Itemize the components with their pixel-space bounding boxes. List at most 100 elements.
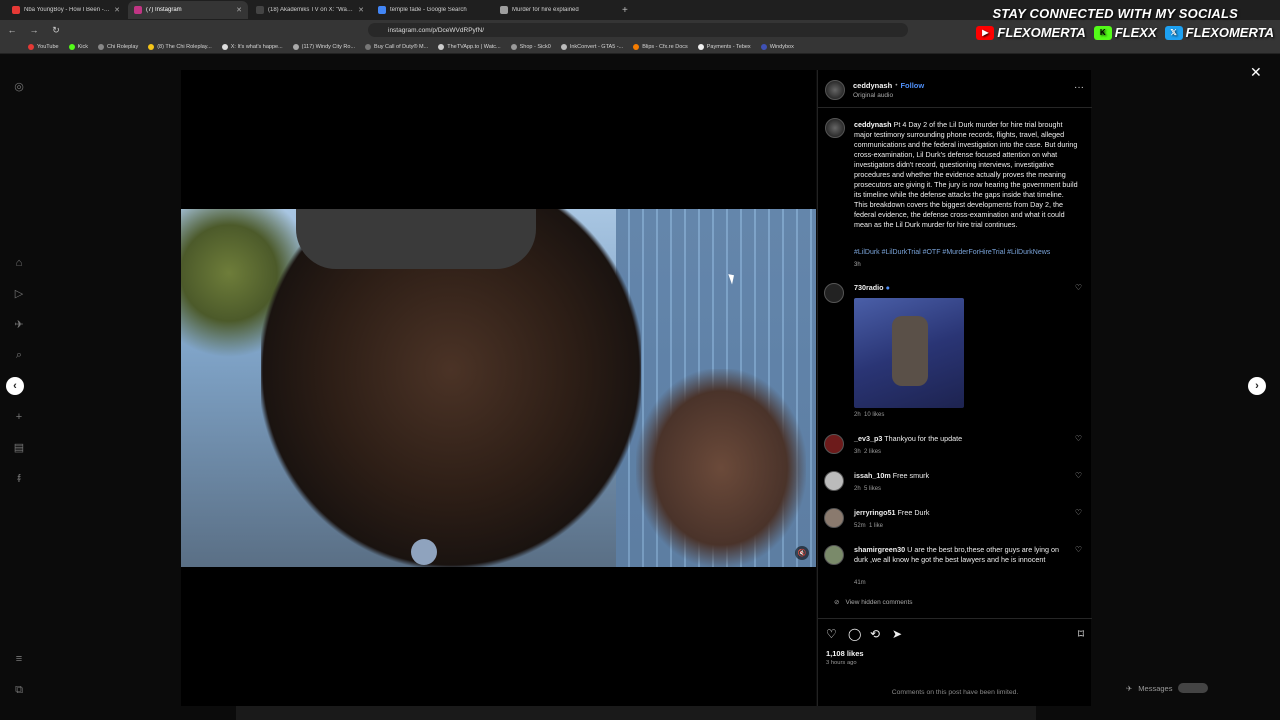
video-overlay-dot xyxy=(411,539,437,565)
bookmark[interactable]: Chi Roleplay xyxy=(98,43,138,50)
comment-user[interactable]: 730radio xyxy=(854,283,884,292)
avatar-stack xyxy=(1178,683,1209,693)
social-youtube: ▶ FLEXOMERTA xyxy=(976,25,1086,40)
bookmark[interactable]: Windybox xyxy=(760,43,794,50)
bookmark[interactable]: TheTVApp.to | Watc... xyxy=(438,43,501,50)
x-favicon-icon xyxy=(256,6,264,14)
create-icon[interactable]: + xyxy=(12,410,26,424)
post-header: ceddynash • Follow Original audio ··· xyxy=(818,70,1092,108)
bookmark[interactable]: Shop - Sick0 xyxy=(510,43,551,50)
socials-overlay: STAY CONNECTED WITH MY SOCIALS ▶ FLEXOMER… xyxy=(976,0,1280,44)
comment-user[interactable]: issah_10m xyxy=(854,471,891,480)
menu-icon[interactable]: ≡ xyxy=(12,652,26,666)
more-options-icon[interactable]: ··· xyxy=(1074,82,1084,93)
avatar[interactable] xyxy=(824,508,844,528)
comment-icon[interactable]: ◯ xyxy=(848,627,861,641)
messages-icon: ✈ xyxy=(1126,683,1133,693)
post-date: 3 hours ago xyxy=(826,660,857,666)
repost-icon[interactable]: ⟲ xyxy=(870,627,880,641)
close-tab-icon[interactable]: ✕ xyxy=(236,6,242,14)
comment-user[interactable]: _ev3_p3 xyxy=(854,434,882,443)
close-icon[interactable]: ✕ xyxy=(1250,64,1262,81)
more-apps-icon[interactable]: ⧉ xyxy=(12,683,26,697)
mute-icon[interactable]: 🔇 xyxy=(795,546,809,560)
bookmark[interactable]: Payments - Tebex xyxy=(697,43,751,50)
youtube-favicon-icon xyxy=(12,6,20,14)
post-side-panel: ceddynash • Follow Original audio ··· ce… xyxy=(817,70,1092,706)
like-icon[interactable]: ♡ xyxy=(826,627,837,641)
audio-label[interactable]: Original audio xyxy=(853,92,893,99)
threads-icon[interactable]: ᵮ xyxy=(12,472,26,486)
kick-icon: K xyxy=(1093,25,1112,40)
comment-item: jerryringo51 Free Durk 52m 1 like ♡ xyxy=(824,508,1086,538)
like-comment-icon[interactable]: ♡ xyxy=(1075,434,1082,443)
bookmark[interactable]: Buy Call of Duty® M... xyxy=(365,43,428,50)
like-comment-icon[interactable]: ♡ xyxy=(1075,471,1082,480)
reels-icon[interactable]: ▷ xyxy=(12,287,26,301)
home-icon[interactable]: ⌂ xyxy=(12,256,26,270)
post-actions: ♡ ◯ ⟲ ➤ ⌑ 1,108 likes 3 hours ago Commen… xyxy=(818,618,1092,706)
bookmark[interactable]: YouTube xyxy=(28,43,59,50)
post-author[interactable]: ceddynash xyxy=(853,81,892,90)
like-comment-icon[interactable]: ♡ xyxy=(1075,508,1082,517)
bookmark[interactable]: (8) The Chi Roleplay... xyxy=(148,43,212,50)
next-post-icon[interactable]: › xyxy=(1248,377,1266,395)
follow-button[interactable]: Follow xyxy=(900,81,924,90)
avatar[interactable] xyxy=(825,118,845,138)
caption-author[interactable]: ceddynash xyxy=(854,120,892,129)
video-hat xyxy=(296,209,536,269)
search-icon[interactable]: ⌕ xyxy=(12,348,26,362)
bookmark[interactable]: Blips - Cfx.re Docs xyxy=(633,43,688,50)
comment-user[interactable]: jerryringo51 xyxy=(854,508,896,517)
avatar[interactable] xyxy=(824,283,844,303)
comments-limited-notice: Comments on this post have been limited. xyxy=(891,689,1019,696)
browser-tab[interactable]: (18) Akademiks TV on X: "Wack100 ✕ xyxy=(250,1,370,19)
bookmark[interactable]: X: It's what's happe... xyxy=(221,43,283,50)
avatar[interactable] xyxy=(824,471,844,491)
bookmark[interactable]: InkConvert - GTA5 -... xyxy=(560,43,623,50)
social-x: 𝕏 FLEXOMERTA xyxy=(1164,25,1274,40)
forward-icon[interactable]: → xyxy=(28,25,40,35)
post-hashtags[interactable]: #LilDurk #LilDurkTrial #OTF #MurderForHi… xyxy=(854,249,1084,256)
socials-heading: STAY CONNECTED WITH MY SOCIALS xyxy=(992,6,1238,21)
background-page-strip xyxy=(236,706,1036,720)
like-comment-icon[interactable]: ♡ xyxy=(1075,283,1082,292)
bookmark-icon xyxy=(510,43,517,50)
comment-item: issah_10m Free smurk 2h 5 likes ♡ xyxy=(824,471,1086,501)
share-icon[interactable]: ➤ xyxy=(892,627,902,641)
comment-user[interactable]: shamirgreen30 xyxy=(854,545,905,554)
reload-icon[interactable]: ↻ xyxy=(50,25,62,36)
likes-count[interactable]: 1,108 likes xyxy=(826,649,864,658)
close-tab-icon[interactable]: ✕ xyxy=(358,6,364,14)
prev-post-icon[interactable]: ‹ xyxy=(6,377,24,395)
browser-tab-active[interactable]: (7) Instagram ✕ xyxy=(128,1,248,19)
kick-icon xyxy=(68,43,75,50)
avatar[interactable] xyxy=(824,434,844,454)
comment-item: shamirgreen30 U are the best bro,these o… xyxy=(824,545,1086,589)
browser-tab[interactable]: Murder for hire explained xyxy=(494,1,614,19)
new-tab-icon[interactable]: + xyxy=(616,5,634,16)
bookmark-icon xyxy=(697,43,704,50)
dashboard-icon[interactable]: ▤ xyxy=(12,441,26,455)
youtube-icon: ▶ xyxy=(976,25,995,40)
like-comment-icon[interactable]: ♡ xyxy=(1075,545,1082,554)
x-icon xyxy=(221,43,228,50)
save-icon[interactable]: ⌑ xyxy=(1078,627,1084,641)
messages-button[interactable]: ✈ Messages xyxy=(1126,680,1246,696)
view-hidden-comments[interactable]: ⊘ View hidden comments xyxy=(834,598,913,607)
bookmark[interactable]: (117) Windy City Ro... xyxy=(292,43,355,50)
messages-icon[interactable]: ✈ xyxy=(12,318,26,332)
avatar[interactable] xyxy=(825,80,845,100)
bookmark[interactable]: Kick xyxy=(68,43,88,50)
browser-tab[interactable]: Nba YoungBoy - How I Been - Yo ✕ xyxy=(6,1,126,19)
back-icon[interactable]: ← xyxy=(6,25,18,35)
bookmark-icon xyxy=(760,43,767,50)
video-frame[interactable] xyxy=(181,209,816,567)
address-bar[interactable]: instagram.com/p/DceWVdRPyfN/ xyxy=(368,23,908,37)
browser-tab[interactable]: temple fade - Google Search xyxy=(372,1,492,19)
close-tab-icon[interactable]: ✕ xyxy=(114,6,120,14)
instagram-logo-icon[interactable]: ◎ xyxy=(12,80,26,94)
youtube-icon xyxy=(28,43,34,50)
avatar[interactable] xyxy=(824,545,844,565)
comment-image[interactable] xyxy=(854,298,964,408)
